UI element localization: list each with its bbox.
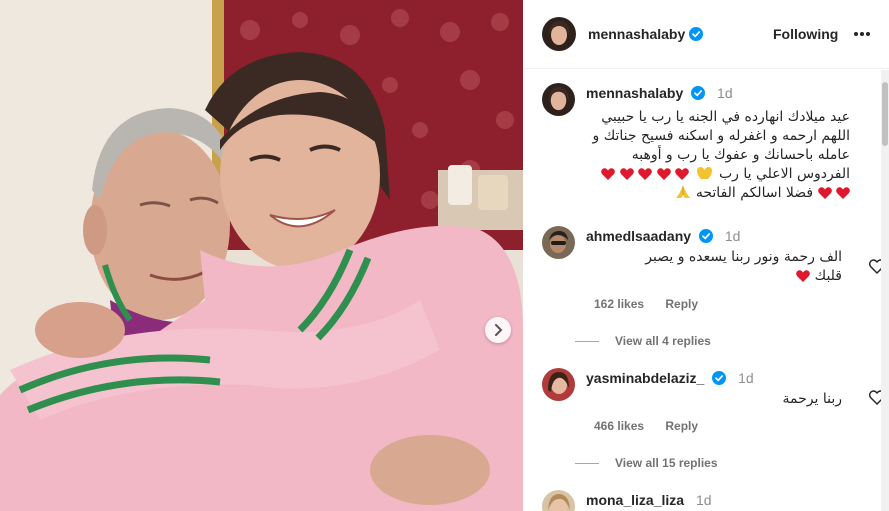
commenter-avatar[interactable] (542, 368, 575, 401)
chevron-right-icon (495, 324, 503, 336)
comment-meta: 162 likes Reply (594, 297, 716, 311)
comment-line: قلبك (592, 267, 842, 286)
comments-list[interactable]: mennashalaby 1d عيد ميلادك انهارده في ال… (523, 70, 883, 511)
verified-badge-icon (712, 371, 727, 385)
scrollbar[interactable] (881, 70, 889, 511)
following-button[interactable]: Following (773, 26, 838, 42)
verified-badge-icon (691, 86, 706, 100)
caption-line: عامله باحسانك و عفوك يا رب و أوهبه (631, 147, 850, 163)
avatar-image (542, 226, 575, 259)
view-replies-button[interactable]: View all 15 replies (575, 456, 718, 470)
photo-illustration (0, 0, 523, 511)
comment-header: yasminabdelaziz_ 1d (586, 370, 754, 386)
verified-badge-icon (698, 229, 713, 243)
commenter-avatar[interactable] (542, 490, 575, 511)
carousel-next-button[interactable] (485, 317, 511, 343)
view-replies-label: View all 15 replies (615, 456, 718, 470)
comment-time[interactable]: 1d (725, 228, 741, 244)
comment-time[interactable]: 1d (738, 370, 754, 386)
red-heart-emoji-icon (817, 187, 832, 199)
scrollbar-thumb[interactable] (882, 82, 888, 146)
caption-username[interactable]: mennashalaby (586, 85, 683, 101)
comment-line: الف رحمة ونور ربنا يسعده و يصبر (645, 249, 842, 265)
commenter-username[interactable]: yasminabdelaziz_ (586, 370, 704, 386)
praying-hands-emoji-icon (676, 186, 691, 198)
caption-line: عيد ميلادك انهارده في الجنه يا رب يا حبي… (601, 109, 850, 125)
comment-item: ahmedlsaadany 1d الف رحمة ونور ربنا يسعد… (542, 226, 883, 336)
commenter-avatar[interactable] (542, 226, 575, 259)
comment-likes[interactable]: 466 likes (594, 419, 644, 433)
comment-item: yasminabdelaziz_ 1d ربنا يرحمة 466 likes… (542, 368, 883, 458)
comment-item: mona_liza_liza 1d (542, 490, 872, 511)
comment-text: الف رحمة ونور ربنا يسعده و يصبر قلبك (592, 248, 842, 286)
caption-line-text: فضلا اسالكم الفاتحه (695, 185, 814, 201)
post-header: mennashalaby Following (523, 0, 889, 69)
comment-line-text: قلبك (814, 268, 842, 284)
avatar-image (542, 490, 575, 511)
avatar-image (542, 17, 576, 51)
verified-badge-icon (689, 27, 704, 41)
more-options-icon[interactable] (853, 31, 871, 37)
caption-text: عيد ميلادك انهارده في الجنه يا رب يا حبي… (570, 108, 850, 203)
caption-line-text: الفردوس الاعلي يا رب (718, 166, 850, 182)
yellow-hearts-emoji-icon (696, 167, 712, 180)
comment-header: mona_liza_liza 1d (586, 492, 712, 508)
caption-line: الفردوس الاعلي يا رب (570, 165, 850, 184)
red-hearts-row (601, 166, 689, 182)
caption-line: فضلا اسالكم الفاتحه (570, 184, 850, 203)
comment-likes[interactable]: 162 likes (594, 297, 644, 311)
comment-time[interactable]: 1d (696, 492, 712, 508)
caption-line: اللهم ارحمه و اغفرله و اسكنه فسيح جناتك … (592, 128, 850, 144)
view-replies-button[interactable]: View all 4 replies (575, 334, 711, 348)
commenter-username[interactable]: ahmedlsaadany (586, 228, 691, 244)
comment-header: ahmedlsaadany 1d (586, 228, 740, 244)
caption-header: mennashalaby 1d (586, 85, 733, 101)
avatar-image (542, 368, 575, 401)
view-replies-label: View all 4 replies (615, 334, 711, 348)
commenter-username[interactable]: mona_liza_liza (586, 492, 684, 508)
comment-line: ربنا يرحمة (782, 391, 842, 407)
replies-divider (575, 462, 599, 464)
comment-meta: 466 likes Reply (594, 419, 716, 433)
post-photo[interactable] (0, 0, 523, 511)
red-heart-emoji-icon (836, 187, 850, 199)
author-username[interactable]: mennashalaby (588, 26, 685, 42)
caption-time[interactable]: 1d (717, 85, 733, 101)
post-side-panel: mennashalaby Following mennashalaby 1d ع… (523, 0, 889, 511)
author-avatar[interactable] (542, 17, 576, 51)
comment-text: ربنا يرحمة (592, 390, 842, 409)
replies-divider (575, 340, 599, 342)
reply-button[interactable]: Reply (665, 419, 698, 433)
reply-button[interactable]: Reply (665, 297, 698, 311)
red-heart-emoji-icon (796, 270, 811, 282)
